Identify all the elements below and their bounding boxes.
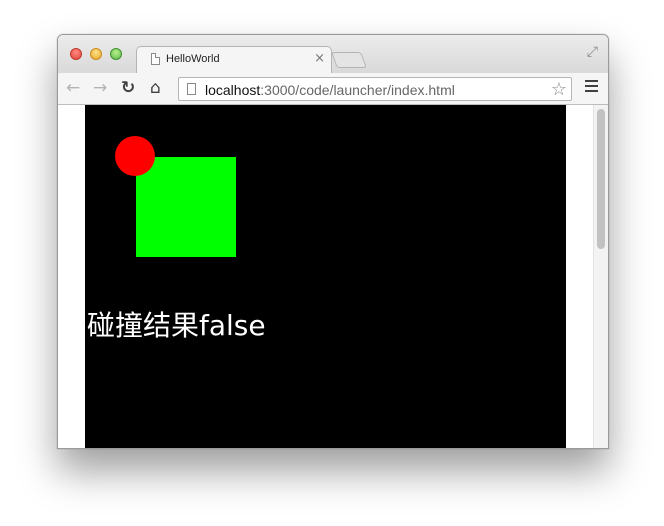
document-icon — [151, 53, 160, 65]
vertical-scrollbar[interactable] — [593, 105, 608, 448]
browser-toolbar: ← → ↻ ⌂ localhost:3000/code/launcher/ind… — [58, 73, 608, 105]
bookmark-star-icon[interactable]: ☆ — [551, 79, 567, 100]
tab-helloworld[interactable]: HelloWorld × — [136, 46, 332, 73]
green-square — [136, 157, 236, 257]
menu-line — [585, 90, 598, 92]
home-icon[interactable]: ⌂ — [150, 78, 161, 98]
url-path: :3000/code/launcher/index.html — [260, 82, 455, 98]
hamburger-menu-icon[interactable] — [585, 80, 598, 95]
reload-icon[interactable]: ↻ — [121, 78, 135, 98]
menu-line — [585, 85, 598, 87]
fullscreen-icon[interactable]: ⤢ — [587, 44, 598, 60]
red-circle — [115, 136, 155, 176]
url-host: localhost — [205, 82, 261, 98]
forward-arrow-icon[interactable]: → — [93, 78, 107, 98]
browser-window: HelloWorld × ⤢ ← → ↻ ⌂ localhost:3000/co… — [57, 34, 609, 449]
page-viewport: 碰撞结果false — [58, 105, 608, 448]
new-tab-button[interactable] — [331, 52, 367, 68]
page-icon — [187, 83, 196, 95]
scrollbar-thumb[interactable] — [597, 109, 605, 249]
back-arrow-icon[interactable]: ← — [66, 78, 80, 98]
tab-strip: HelloWorld × ⤢ — [58, 35, 608, 73]
tab-title: HelloWorld — [166, 53, 220, 65]
collision-result-text: 碰撞结果false — [87, 309, 266, 342]
close-window-button[interactable] — [70, 48, 82, 60]
minimize-window-button[interactable] — [90, 48, 102, 60]
game-canvas[interactable]: 碰撞结果false — [85, 105, 566, 448]
menu-line — [585, 80, 598, 82]
zoom-window-button[interactable] — [110, 48, 122, 60]
address-bar[interactable]: localhost:3000/code/launcher/index.html … — [178, 77, 572, 101]
close-tab-icon[interactable]: × — [314, 51, 325, 66]
address-url[interactable]: localhost:3000/code/launcher/index.html — [205, 82, 455, 98]
